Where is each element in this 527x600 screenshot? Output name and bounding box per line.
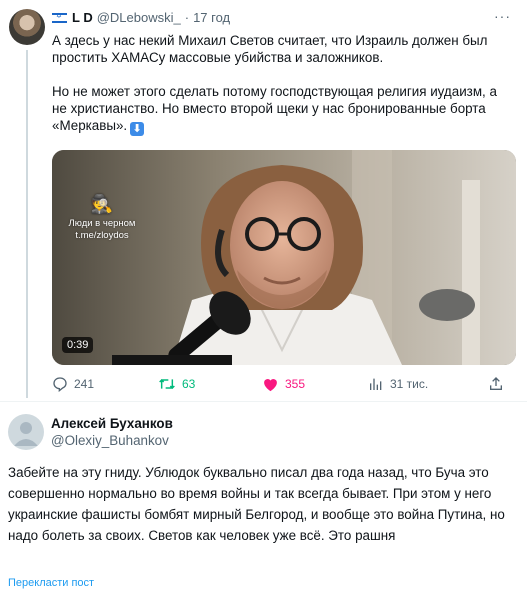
reply-text: Забейте на эту гниду. Ублюдок буквально … [8,465,505,543]
video-frame [52,150,516,365]
author-name[interactable]: L D [72,10,93,25]
author-handle[interactable]: @DLebowski_ [97,10,181,25]
watermark-line-1: Люди в черном [68,218,136,229]
tweet-text: А здесь у нас некий Михаил Светов считае… [52,32,514,136]
reply-count: 241 [74,377,95,391]
watermark-line-2: t.me/zloydos [75,230,129,241]
divider [0,401,527,402]
tweet-parent[interactable]: L D @DLebowski_ · 17 год ··· А здесь у н… [0,0,527,400]
israel-flag-icon [52,12,67,23]
tweet-paragraph-1: А здесь у нас некий Михаил Светов считае… [52,33,488,65]
more-icon[interactable]: ··· [494,8,511,24]
video-player[interactable]: 🕵 Люди в черном t.me/zloydos 0:39 [52,150,516,365]
separator: · [184,10,190,25]
reply-button[interactable]: 241 [52,376,94,392]
thread-line [26,50,28,398]
spy-icon: 🕵 [90,194,114,214]
like-count: 355 [285,377,306,391]
like-button[interactable]: 355 [262,376,305,392]
default-avatar-icon [14,422,38,446]
tweet-header: L D @DLebowski_ · 17 год [52,10,230,25]
views-icon [370,378,382,390]
repost-icon [159,378,175,390]
avatar[interactable] [9,9,45,45]
avatar[interactable] [8,414,44,450]
reply-icon [53,377,67,392]
share-icon [490,377,502,390]
timestamp[interactable]: 17 год [193,10,230,25]
heart-icon [264,379,277,392]
views-button[interactable]: 31 тис. [368,376,428,392]
tweet-actions: 241 63 355 31 тис. [52,376,516,394]
author-handle[interactable]: @Olexiy_Buhankov [51,433,169,448]
share-button[interactable] [488,376,510,392]
author-name[interactable]: Алексей Буханков [51,416,173,431]
views-count: 31 тис. [390,377,429,391]
repost-count: 63 [182,377,196,391]
tweet-paragraph-2: Но не может этого сделать потому господс… [52,84,497,133]
repost-button[interactable]: 63 [158,376,195,392]
translate-link[interactable]: Перекласти пост [8,577,94,589]
video-duration: 0:39 [62,337,94,353]
video-watermark: 🕵 Люди в черном t.me/zloydos [62,194,142,242]
down-arrow-icon: ⬇ [130,122,145,136]
